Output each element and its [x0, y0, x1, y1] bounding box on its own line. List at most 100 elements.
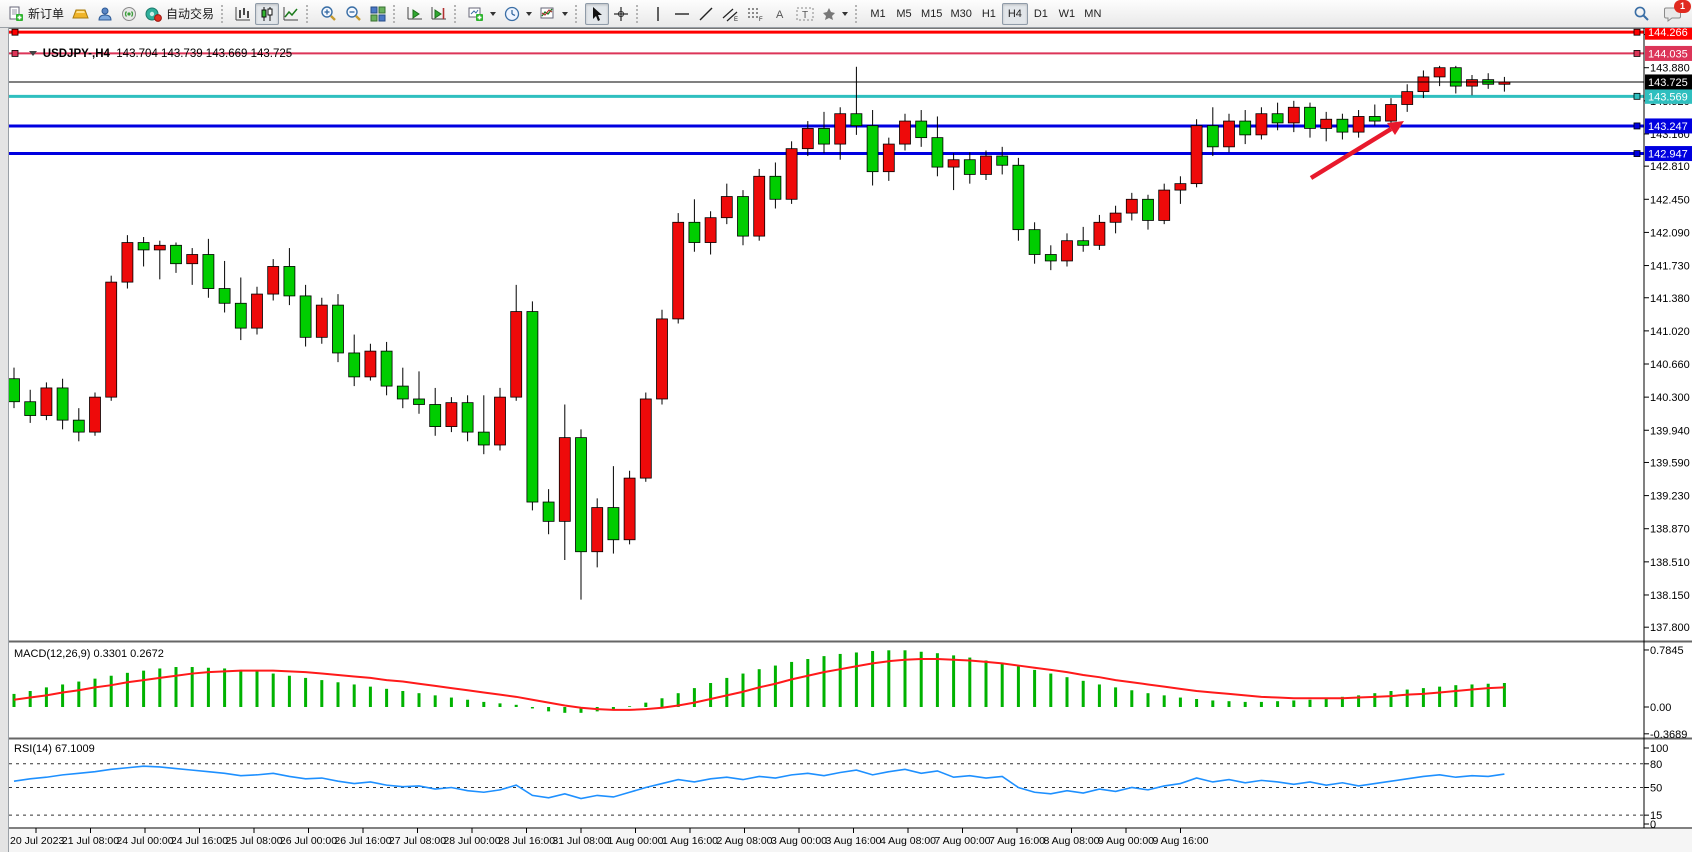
candle-bull[interactable]	[1434, 68, 1445, 77]
horizontal-line-tool-button[interactable]	[670, 3, 694, 25]
timeframe-button-d1[interactable]: D1	[1028, 3, 1054, 25]
candle-bear[interactable]	[9, 379, 20, 402]
candle-bull[interactable]	[673, 222, 684, 319]
line-handle-marker[interactable]	[1634, 123, 1640, 129]
candle-bear[interactable]	[608, 508, 619, 540]
line-handle-marker[interactable]	[1634, 151, 1640, 157]
one-click-trading-arrow-icon[interactable]	[29, 51, 37, 56]
chart-canvas[interactable]: 144.240143.880143.520143.160142.810142.4…	[0, 28, 1692, 852]
candle-bear[interactable]	[1305, 107, 1316, 128]
candle-bear[interactable]	[964, 160, 975, 175]
candle-bear[interactable]	[171, 245, 182, 263]
candle-bear[interactable]	[381, 351, 392, 386]
candle-bull[interactable]	[592, 508, 603, 552]
candle-bear[interactable]	[819, 128, 830, 144]
text-label-tool-button[interactable]: T	[792, 3, 818, 25]
candle-bull[interactable]	[1353, 116, 1364, 132]
candle-bear[interactable]	[203, 255, 214, 289]
profiles-button[interactable]	[500, 3, 536, 25]
candle-bear[interactable]	[916, 121, 927, 138]
candle-bull[interactable]	[316, 305, 327, 337]
candle-bull[interactable]	[1159, 190, 1170, 220]
candle-bear[interactable]	[1013, 165, 1024, 229]
cursor-tool-button[interactable]	[585, 3, 609, 25]
candle-bull[interactable]	[981, 156, 992, 174]
candle-bear[interactable]	[430, 404, 441, 426]
candle-bull[interactable]	[1062, 241, 1073, 261]
candle-bear[interactable]	[1029, 230, 1040, 255]
candle-bear[interactable]	[57, 388, 68, 420]
chart-shift-button[interactable]	[427, 3, 451, 25]
candle-bull[interactable]	[754, 176, 765, 236]
candle-bear[interactable]	[997, 156, 1008, 165]
candle-bull[interactable]	[900, 121, 911, 144]
candle-bear[interactable]	[1045, 255, 1056, 261]
candle-bull[interactable]	[1402, 92, 1413, 105]
text-tool-button[interactable]: A	[768, 3, 792, 25]
candle-bull[interactable]	[1110, 213, 1121, 222]
candle-bear[interactable]	[851, 114, 862, 126]
line-handle-marker[interactable]	[1634, 93, 1640, 99]
vertical-line-tool-button[interactable]	[646, 3, 670, 25]
candle-bear[interactable]	[1078, 241, 1089, 246]
timeframe-button-h4[interactable]: H4	[1002, 3, 1028, 25]
candle-bull[interactable]	[1418, 77, 1429, 92]
timeframe-button-mn[interactable]: MN	[1080, 3, 1106, 25]
candle-bull[interactable]	[511, 312, 522, 398]
candle-bull[interactable]	[1321, 119, 1332, 128]
candle-bull[interactable]	[446, 403, 457, 427]
line-chart-button[interactable]	[279, 3, 303, 25]
bar-chart-button[interactable]	[231, 3, 255, 25]
candle-bull[interactable]	[883, 144, 894, 172]
chart-background[interactable]	[9, 28, 1692, 852]
candle-bear[interactable]	[138, 243, 149, 250]
candle-bull[interactable]	[1467, 80, 1478, 86]
candle-bear[interactable]	[867, 126, 878, 172]
indicators-button[interactable]	[536, 3, 572, 25]
timeframe-button-h1[interactable]: H1	[976, 3, 1002, 25]
candle-bear[interactable]	[219, 289, 230, 304]
candle-bull[interactable]	[495, 397, 506, 445]
candle-bull[interactable]	[640, 399, 651, 478]
candle-bear[interactable]	[300, 296, 311, 337]
candle-bull[interactable]	[1126, 199, 1137, 213]
candle-bear[interactable]	[478, 432, 489, 445]
candle-bull[interactable]	[1256, 114, 1267, 135]
candle-bull[interactable]	[1175, 184, 1186, 190]
candle-bull[interactable]	[835, 114, 846, 144]
search-button[interactable]	[1629, 3, 1654, 25]
timeframe-button-m1[interactable]: M1	[865, 3, 891, 25]
candle-bull[interactable]	[252, 294, 263, 328]
candle-bull[interactable]	[559, 438, 570, 522]
candle-bull[interactable]	[1288, 107, 1299, 123]
candle-bull[interactable]	[705, 218, 716, 243]
candle-bear[interactable]	[1450, 68, 1461, 86]
fibonacci-tool-button[interactable]: F	[743, 3, 768, 25]
candle-bear[interactable]	[1337, 119, 1348, 132]
timeframe-button-w1[interactable]: W1	[1054, 3, 1080, 25]
zoom-in-button[interactable]	[316, 3, 341, 25]
candle-bear[interactable]	[1369, 116, 1380, 121]
candle-bear[interactable]	[1143, 199, 1154, 220]
candle-bear[interactable]	[543, 502, 554, 521]
candle-bear[interactable]	[349, 353, 360, 377]
candle-bear[interactable]	[73, 420, 84, 432]
candle-bear[interactable]	[770, 176, 781, 199]
line-handle-marker[interactable]	[12, 29, 18, 35]
channel-tool-button[interactable]: E	[718, 3, 743, 25]
notifications-button[interactable]: 1	[1660, 3, 1686, 25]
candle-bear[interactable]	[527, 312, 538, 502]
candle-bull[interactable]	[1386, 105, 1397, 122]
candle-bear[interactable]	[1207, 126, 1218, 147]
candle-bull[interactable]	[1094, 222, 1105, 245]
candle-bear[interactable]	[1240, 121, 1251, 135]
candle-bear[interactable]	[462, 403, 473, 432]
candle-bear[interactable]	[738, 197, 749, 237]
candle-bull[interactable]	[1224, 121, 1235, 147]
trendline-tool-button[interactable]	[694, 3, 718, 25]
candle-bull[interactable]	[1191, 126, 1202, 184]
new-chart-button[interactable]	[464, 3, 500, 25]
auto-trading-button[interactable]: 自动交易	[141, 3, 218, 25]
candle-bull[interactable]	[106, 282, 117, 397]
timeframe-button-m15[interactable]: M15	[917, 3, 946, 25]
